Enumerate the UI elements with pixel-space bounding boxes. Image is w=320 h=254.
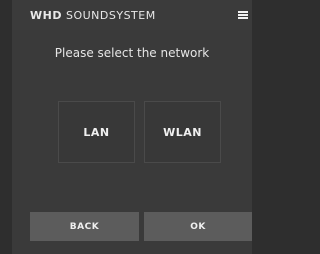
- ok-button-label: OK: [190, 221, 206, 232]
- lan-option-label: LAN: [83, 125, 110, 139]
- device-screen: WHD SOUNDSYSTEM Please select the network…: [12, 0, 252, 254]
- back-button-label: BACK: [69, 221, 100, 232]
- brand-logo: WHD SOUNDSYSTEM: [30, 9, 156, 22]
- wlan-option-button[interactable]: WLAN: [144, 101, 221, 163]
- brand-mark: WHD: [30, 9, 62, 22]
- wlan-option-label: WLAN: [163, 125, 202, 139]
- back-button[interactable]: BACK: [30, 212, 139, 241]
- hamburger-menu-icon[interactable]: [238, 11, 248, 19]
- lan-option-button[interactable]: LAN: [58, 101, 135, 163]
- brand-name: SOUNDSYSTEM: [65, 9, 156, 22]
- header-bar: WHD SOUNDSYSTEM: [12, 0, 252, 30]
- page-title: Please select the network: [54, 46, 210, 60]
- ok-button[interactable]: OK: [144, 212, 252, 241]
